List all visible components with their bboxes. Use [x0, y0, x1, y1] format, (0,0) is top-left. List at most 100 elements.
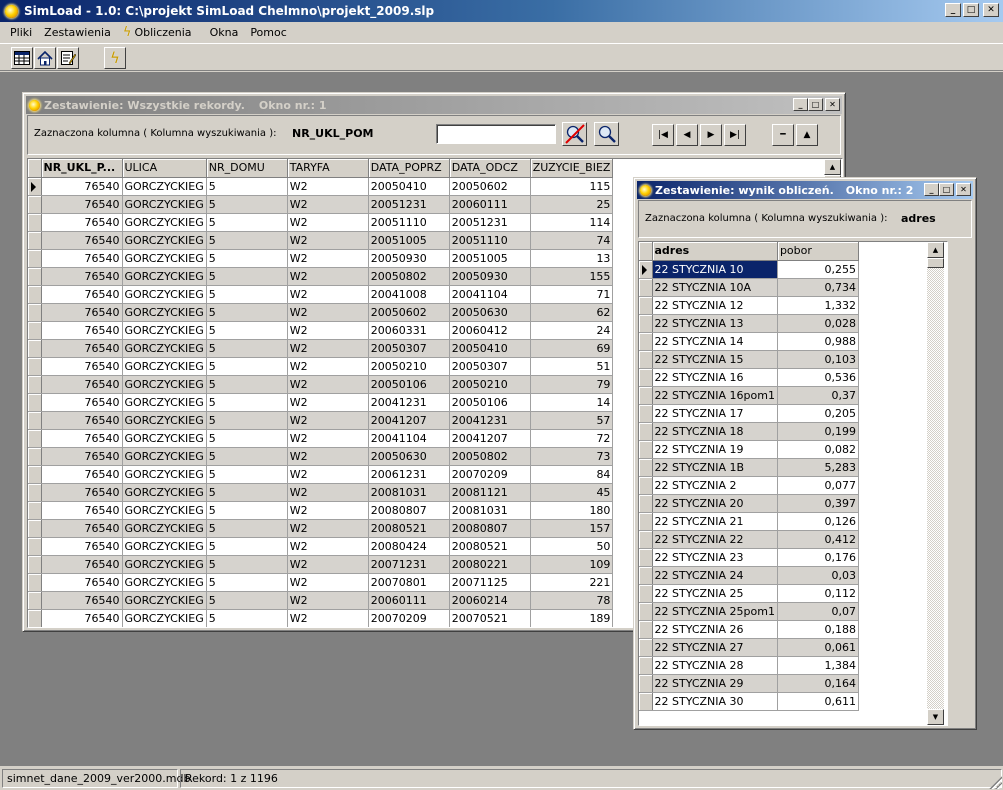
cell-data-poprz[interactable]: 20071231	[368, 555, 450, 574]
cell-adres[interactable]: 22 STYCZNIA 29	[652, 674, 778, 693]
app-titlebar[interactable]: SimLoad - 1.0: C:\projekt SimLoad Chelmn…	[0, 0, 1003, 22]
cell-data-odcz[interactable]: 20051110	[449, 231, 531, 250]
row-indicator[interactable]	[28, 339, 42, 358]
cell-taryfa[interactable]: W2	[287, 285, 369, 304]
cell-taryfa[interactable]: W2	[287, 447, 369, 466]
table-row[interactable]: 76540 GORCZYCKIEG 5 W2 20070801 20071125 221	[28, 573, 614, 592]
cell-taryfa[interactable]: W2	[287, 249, 369, 268]
cell-data-poprz[interactable]: 20051231	[368, 195, 450, 214]
row-indicator[interactable]	[639, 278, 653, 297]
cell-ulica[interactable]: GORCZYCKIEG	[122, 375, 207, 394]
cell-ulica[interactable]: GORCZYCKIEG	[122, 465, 207, 484]
row-indicator[interactable]	[28, 357, 42, 376]
table-row[interactable]: 22 STYCZNIA 15 0,103	[639, 350, 859, 369]
cell-pobor[interactable]: 0,03	[777, 566, 859, 585]
row-indicator[interactable]	[639, 458, 653, 477]
cell-pobor[interactable]: 0,255	[777, 260, 859, 279]
cell-taryfa[interactable]: W2	[287, 429, 369, 448]
cell-taryfa[interactable]: W2	[287, 519, 369, 538]
cell-pobor[interactable]: 0,126	[777, 512, 859, 531]
cell-nr-domu[interactable]: 5	[206, 249, 288, 268]
cell-nr-ukl-pom[interactable]: 76540	[41, 303, 123, 322]
row-indicator[interactable]	[639, 296, 653, 315]
cell-data-odcz[interactable]: 20050106	[449, 393, 531, 412]
row-indicator[interactable]	[28, 303, 42, 322]
table-row[interactable]: 22 STYCZNIA 26 0,188	[639, 620, 859, 639]
table-row[interactable]: 22 STYCZNIA 10 0,255	[639, 260, 859, 279]
cell-data-odcz[interactable]: 20080521	[449, 537, 531, 556]
table-row[interactable]: 22 STYCZNIA 22 0,412	[639, 530, 859, 549]
cell-nr-ukl-pom[interactable]: 76540	[41, 465, 123, 484]
row-indicator[interactable]	[28, 609, 42, 627]
cell-pobor[interactable]: 1,384	[777, 656, 859, 675]
window1-maximize-button[interactable]: □	[808, 98, 823, 111]
cell-zuzycie-biez[interactable]: 50	[530, 537, 614, 556]
table-row[interactable]: 76540 GORCZYCKIEG 5 W2 20041008 20041104 71	[28, 285, 614, 304]
cell-ulica[interactable]: GORCZYCKIEG	[122, 177, 207, 196]
menu-pliki[interactable]: Pliki	[4, 26, 38, 39]
cell-nr-domu[interactable]: 5	[206, 465, 288, 484]
resize-grip[interactable]	[988, 775, 1002, 789]
cell-pobor[interactable]: 0,412	[777, 530, 859, 549]
row-indicator[interactable]	[639, 512, 653, 531]
cell-adres[interactable]: 22 STYCZNIA 24	[652, 566, 778, 585]
cell-adres[interactable]: 22 STYCZNIA 28	[652, 656, 778, 675]
row-indicator[interactable]	[28, 555, 42, 574]
cell-zuzycie-biez[interactable]: 189	[530, 609, 614, 627]
cell-ulica[interactable]: GORCZYCKIEG	[122, 483, 207, 502]
row-indicator[interactable]	[28, 519, 42, 538]
cell-data-odcz[interactable]: 20080807	[449, 519, 531, 538]
table-row[interactable]: 22 STYCZNIA 30 0,611	[639, 692, 859, 711]
cell-adres[interactable]: 22 STYCZNIA 15	[652, 350, 778, 369]
cell-data-poprz[interactable]: 20041104	[368, 429, 450, 448]
table-row[interactable]: 22 STYCZNIA 17 0,205	[639, 404, 859, 423]
cell-taryfa[interactable]: W2	[287, 321, 369, 340]
cell-adres[interactable]: 22 STYCZNIA 10	[652, 260, 778, 279]
window2-close-button[interactable]: ✕	[956, 183, 971, 196]
menu-zestawienia[interactable]: Zestawienia	[38, 26, 117, 39]
row-indicator[interactable]	[28, 429, 42, 448]
table-row[interactable]: 76540 GORCZYCKIEG 5 W2 20041207 20041231 57	[28, 411, 614, 430]
cell-taryfa[interactable]: W2	[287, 609, 369, 627]
row-indicator[interactable]	[639, 386, 653, 405]
table-row[interactable]: 22 STYCZNIA 23 0,176	[639, 548, 859, 567]
row-indicator[interactable]	[28, 573, 42, 592]
table-row[interactable]: 22 STYCZNIA 13 0,028	[639, 314, 859, 333]
cell-nr-domu[interactable]: 5	[206, 321, 288, 340]
cell-zuzycie-biez[interactable]: 84	[530, 465, 614, 484]
window2-titlebar[interactable]: Zestawienie: wynik obliczeń. Okno nr.: 2…	[637, 181, 973, 199]
cell-data-poprz[interactable]: 20050930	[368, 249, 450, 268]
column-header-pobor[interactable]: pobor	[777, 242, 859, 261]
cell-zuzycie-biez[interactable]: 57	[530, 411, 614, 430]
cell-ulica[interactable]: GORCZYCKIEG	[122, 573, 207, 592]
cell-pobor[interactable]: 0,164	[777, 674, 859, 693]
cell-nr-domu[interactable]: 5	[206, 411, 288, 430]
row-indicator[interactable]	[639, 548, 653, 567]
row-indicator[interactable]	[28, 213, 42, 232]
cell-nr-ukl-pom[interactable]: 76540	[41, 573, 123, 592]
cell-data-odcz[interactable]: 20041104	[449, 285, 531, 304]
cell-nr-domu[interactable]: 5	[206, 483, 288, 502]
table-row[interactable]: 22 STYCZNIA 10A 0,734	[639, 278, 859, 297]
cell-data-odcz[interactable]: 20070209	[449, 465, 531, 484]
cell-ulica[interactable]: GORCZYCKIEG	[122, 231, 207, 250]
cell-taryfa[interactable]: W2	[287, 231, 369, 250]
cell-data-poprz[interactable]: 20041207	[368, 411, 450, 430]
row-indicator[interactable]	[28, 411, 42, 430]
table-row[interactable]: 22 STYCZNIA 2 0,077	[639, 476, 859, 495]
cell-pobor[interactable]: 0,07	[777, 602, 859, 621]
cell-ulica[interactable]: GORCZYCKIEG	[122, 357, 207, 376]
cell-data-odcz[interactable]: 20050602	[449, 177, 531, 196]
cell-adres[interactable]: 22 STYCZNIA 25	[652, 584, 778, 603]
cell-pobor[interactable]: 0,988	[777, 332, 859, 351]
cell-pobor[interactable]: 0,397	[777, 494, 859, 513]
app-close-button[interactable]: ✕	[983, 3, 999, 17]
cell-pobor[interactable]: 0,176	[777, 548, 859, 567]
table-row[interactable]: 76540 GORCZYCKIEG 5 W2 20041104 20041207 72	[28, 429, 614, 448]
cell-ulica[interactable]: GORCZYCKIEG	[122, 303, 207, 322]
cell-nr-ukl-pom[interactable]: 76540	[41, 357, 123, 376]
cell-data-odcz[interactable]: 20081121	[449, 483, 531, 502]
cell-nr-ukl-pom[interactable]: 76540	[41, 555, 123, 574]
row-indicator[interactable]	[639, 476, 653, 495]
cell-taryfa[interactable]: W2	[287, 393, 369, 412]
